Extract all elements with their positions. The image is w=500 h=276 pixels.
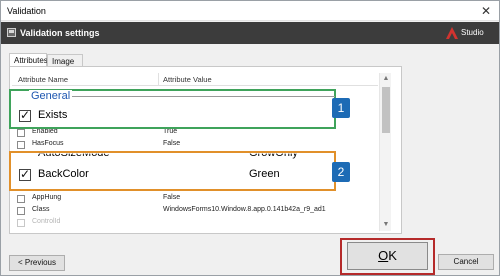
row-checkbox[interactable] xyxy=(17,195,25,203)
logo-text: Studio xyxy=(461,28,484,37)
attribute-name: ControlId xyxy=(32,218,61,225)
ok-mnemonic: O xyxy=(378,248,389,263)
window-title: Validation xyxy=(7,6,46,16)
attribute-value: True xyxy=(163,128,178,135)
attribute-value: False xyxy=(163,140,181,147)
scroll-down-icon[interactable]: ▼ xyxy=(382,221,390,229)
exists-checkbox[interactable]: ✓ xyxy=(19,108,31,122)
title-bar: Validation ✕ xyxy=(1,1,499,21)
close-icon[interactable]: ✕ xyxy=(479,4,493,18)
previous-button[interactable]: < Previous xyxy=(9,255,65,271)
group-divider xyxy=(71,96,335,97)
checkmark-icon: ✓ xyxy=(20,108,31,122)
cancel-button[interactable]: Cancel xyxy=(438,254,494,270)
column-attribute-name[interactable]: Attribute Name xyxy=(18,75,68,84)
attribute-name: Enabled xyxy=(32,128,58,135)
backcolor-zoom-callout: AutoSizeMode GrowOnly ✓ BackColor Green xyxy=(9,151,336,191)
attribute-name: AppHung xyxy=(32,194,62,201)
general-zoom-callout: General ✓ Exists xyxy=(9,89,336,129)
settings-header: Validation settings Studio xyxy=(1,22,499,44)
window-icon xyxy=(7,28,16,37)
backcolor-value: Green xyxy=(249,168,280,180)
vertical-scrollbar[interactable]: ▲ ▼ xyxy=(379,73,391,231)
callout-badge-1: 1 xyxy=(332,98,350,118)
row-checkbox[interactable] xyxy=(17,207,25,215)
column-attribute-value[interactable]: Attribute Value xyxy=(163,75,212,84)
attribute-value: False xyxy=(163,194,181,201)
group-label-general: General xyxy=(29,90,73,102)
tab-attributes[interactable]: Attributes xyxy=(9,53,48,67)
validation-window: Validation ✕ Validation settings Studio … xyxy=(0,0,500,276)
checkmark-icon: ✓ xyxy=(20,167,31,181)
ok-button[interactable]: OK xyxy=(347,242,428,270)
callout-badge-2: 2 xyxy=(332,162,350,182)
backcolor-label: BackColor xyxy=(38,168,89,180)
grid-header: Attribute Name Attribute Value xyxy=(12,73,378,86)
column-divider[interactable] xyxy=(158,73,159,86)
studio-logo: Studio xyxy=(445,26,491,40)
exists-label: Exists xyxy=(38,109,68,121)
attribute-value: WindowsForms10.Window.8.app.0.141b42a_r9… xyxy=(163,206,326,213)
row-checkbox[interactable] xyxy=(17,219,25,227)
ok-label-rest: K xyxy=(388,248,397,263)
header-title: Validation settings xyxy=(20,28,100,38)
scroll-up-icon[interactable]: ▲ xyxy=(382,75,390,83)
attribute-name: Class xyxy=(32,206,50,213)
row-checkbox[interactable] xyxy=(17,129,25,137)
backcolor-checkbox[interactable]: ✓ xyxy=(19,167,31,181)
uipath-robot-icon xyxy=(446,27,458,39)
row-checkbox[interactable] xyxy=(17,141,25,149)
scrollbar-thumb[interactable] xyxy=(382,87,390,133)
attribute-name: HasFocus xyxy=(32,140,64,147)
